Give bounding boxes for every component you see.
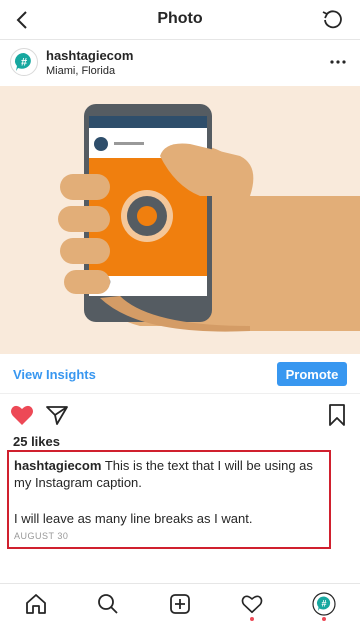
profile-icon[interactable]: # [310, 590, 338, 618]
caption-highlight-box: hashtagiecom This is the text that I wil… [7, 450, 331, 549]
caption-line-2: I will leave as many line breaks as I wa… [14, 511, 253, 526]
post-image[interactable] [0, 86, 360, 354]
svg-text:#: # [21, 57, 27, 69]
profile-notification-dot [322, 617, 326, 621]
caption-username[interactable]: hashtagiecom [14, 458, 101, 473]
caption-text: hashtagiecom This is the text that I wil… [14, 457, 324, 491]
post-username[interactable]: hashtagiecom [46, 48, 133, 63]
paper-plane-icon[interactable] [44, 402, 70, 428]
top-bar: Photo [0, 0, 360, 40]
page-title: Photo [157, 10, 203, 27]
refresh-icon[interactable] [318, 6, 346, 34]
home-icon[interactable] [22, 590, 50, 618]
search-icon[interactable] [94, 590, 122, 618]
bottom-nav: # [0, 583, 360, 623]
post-location[interactable]: Miami, Florida [46, 65, 115, 77]
hashtag-avatar-icon[interactable]: # [10, 48, 38, 76]
add-icon[interactable] [166, 590, 194, 618]
post-actions [0, 398, 360, 432]
activity-icon[interactable] [238, 590, 266, 618]
post-date: AUGUST 30 [14, 531, 69, 541]
promote-button[interactable]: Promote [277, 362, 347, 386]
bookmark-icon[interactable] [324, 402, 350, 428]
more-icon[interactable] [328, 52, 348, 72]
activity-notification-dot [250, 617, 254, 621]
heart-icon[interactable] [9, 402, 35, 428]
svg-text:#: # [321, 599, 326, 609]
view-insights-link[interactable]: View Insights [13, 367, 96, 382]
insights-row: View Insights Promote [0, 354, 360, 394]
likes-count[interactable]: 25 likes [13, 434, 60, 449]
post-header: # hashtagiecom Miami, Florida [0, 40, 360, 86]
